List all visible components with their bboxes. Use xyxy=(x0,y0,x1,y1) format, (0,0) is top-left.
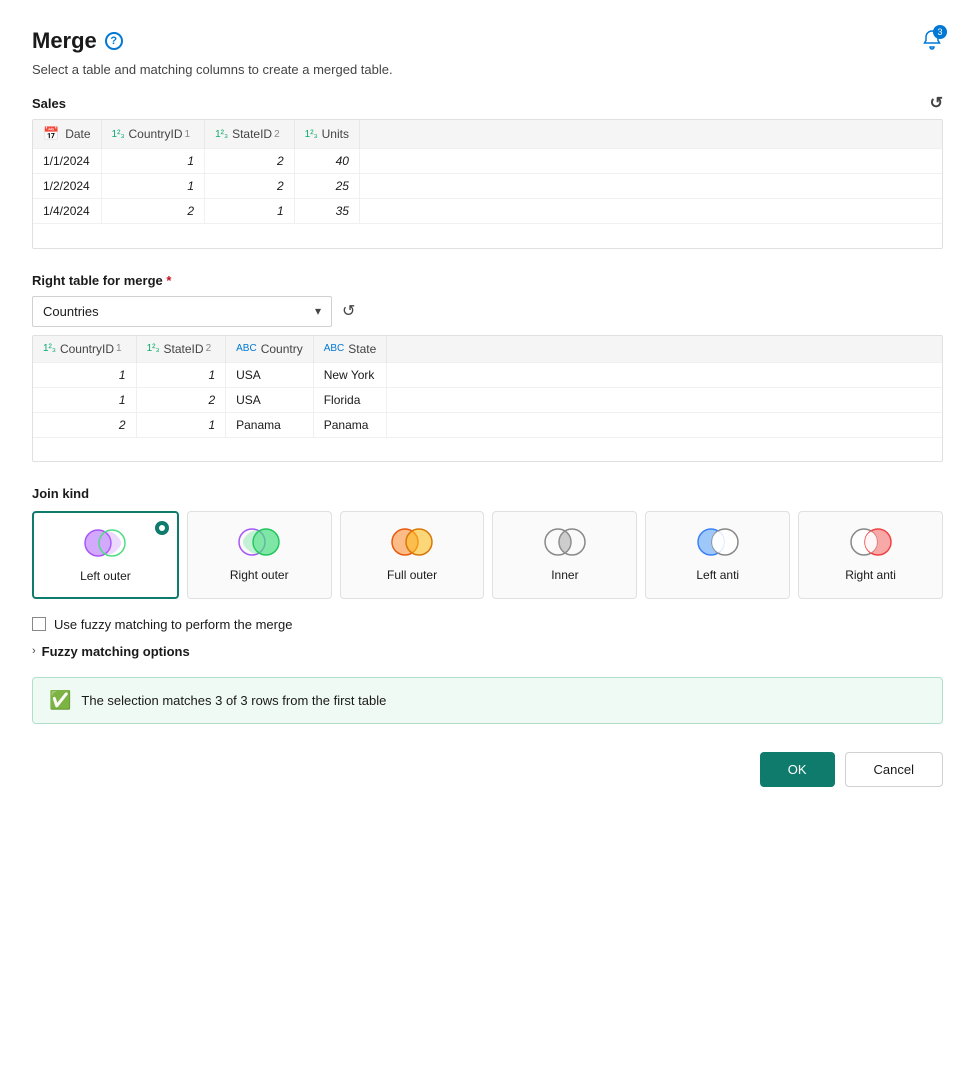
full-outer-label: Full outer xyxy=(387,568,437,584)
countries-row-3: 2 1 Panama Panama xyxy=(33,412,942,437)
left-outer-icon xyxy=(80,525,130,561)
fuzzy-matching-row: Use fuzzy matching to perform the merge xyxy=(32,617,943,632)
right-table-dropdown[interactable]: Countries ▾ xyxy=(32,296,332,327)
countries-col-countryid[interactable]: 1²₃ CountryID 1 xyxy=(33,336,136,363)
success-message: The selection matches 3 of 3 rows from t… xyxy=(81,693,386,708)
sales-col-stateid[interactable]: 1²₃ StateID 2 xyxy=(205,120,295,149)
help-icon[interactable]: ? xyxy=(105,32,123,50)
title-area: Merge ? xyxy=(32,28,123,54)
sales-table-container: 📅 Date 1²₃ CountryID 1 1²₃ StateID xyxy=(32,119,943,249)
notification-badge: 3 xyxy=(933,25,947,39)
sales-section-label: Sales ↺ xyxy=(32,93,943,113)
countries-col-stateid[interactable]: 1²₃ StateID 2 xyxy=(136,336,226,363)
sales-table: 📅 Date 1²₃ CountryID 1 1²₃ StateID xyxy=(33,120,942,248)
notification-button[interactable]: 3 xyxy=(921,29,943,54)
left-outer-label: Left outer xyxy=(80,569,131,585)
header: Merge ? 3 xyxy=(32,28,943,54)
left-anti-label: Left anti xyxy=(696,568,739,584)
footer-buttons: OK Cancel xyxy=(32,752,943,787)
sales-col-empty xyxy=(359,120,942,149)
right-outer-label: Right outer xyxy=(230,568,289,584)
left-anti-icon xyxy=(693,524,743,560)
right-outer-icon xyxy=(234,524,284,560)
fuzzy-options-row[interactable]: › Fuzzy matching options xyxy=(32,644,943,659)
countries-row-2: 1 2 USA Florida xyxy=(33,387,942,412)
success-bar: ✅ The selection matches 3 of 3 rows from… xyxy=(32,677,943,724)
countries-col-empty xyxy=(387,336,942,363)
dropdown-value: Countries xyxy=(43,304,99,319)
sales-col-units[interactable]: 1²₃ Units xyxy=(294,120,359,149)
sales-row-3: 1/4/2024 2 1 35 xyxy=(33,199,942,224)
join-card-right-anti[interactable]: Right anti xyxy=(798,511,943,599)
countries-row-1: 1 1 USA New York xyxy=(33,362,942,387)
join-cards: Left outer Right outer Full outer xyxy=(32,511,943,599)
countries-col-country[interactable]: ABC Country xyxy=(226,336,314,363)
sales-col-countryid[interactable]: 1²₃ CountryID 1 xyxy=(101,120,205,149)
selected-indicator xyxy=(155,521,169,535)
join-card-right-outer[interactable]: Right outer xyxy=(187,511,332,599)
countries-table-container: 1²₃ CountryID 1 1²₃ StateID 2 ABC Co xyxy=(32,335,943,463)
chevron-right-icon: › xyxy=(32,645,36,657)
countries-table: 1²₃ CountryID 1 1²₃ StateID 2 ABC Co xyxy=(33,336,942,462)
chevron-down-icon: ▾ xyxy=(315,304,321,318)
fuzzy-label: Use fuzzy matching to perform the merge xyxy=(54,617,292,632)
countries-empty-row xyxy=(33,437,942,461)
right-anti-icon xyxy=(846,524,896,560)
cancel-button[interactable]: Cancel xyxy=(845,752,943,787)
calendar-icon: 📅 xyxy=(43,126,59,142)
right-table-refresh-button[interactable]: ↺ xyxy=(342,301,355,321)
success-icon: ✅ xyxy=(49,690,71,711)
fuzzy-checkbox[interactable] xyxy=(32,617,46,631)
sales-row-2: 1/2/2024 1 2 25 xyxy=(33,174,942,199)
sales-col-date[interactable]: 📅 Date xyxy=(33,120,101,149)
join-card-full-outer[interactable]: Full outer xyxy=(340,511,485,599)
page-title: Merge xyxy=(32,28,97,54)
join-card-inner[interactable]: Inner xyxy=(492,511,637,599)
ok-button[interactable]: OK xyxy=(760,752,835,787)
join-card-left-outer[interactable]: Left outer xyxy=(32,511,179,599)
dropdown-row: Countries ▾ ↺ xyxy=(32,296,943,327)
right-anti-label: Right anti xyxy=(845,568,896,584)
sales-refresh-button[interactable]: ↺ xyxy=(930,93,943,113)
join-card-left-anti[interactable]: Left anti xyxy=(645,511,790,599)
sales-empty-row xyxy=(33,224,942,248)
subtitle: Select a table and matching columns to c… xyxy=(32,62,943,77)
right-table-label: Right table for merge * xyxy=(32,273,943,288)
fuzzy-options-label: Fuzzy matching options xyxy=(42,644,190,659)
countries-col-state[interactable]: ABC State xyxy=(313,336,387,363)
inner-icon xyxy=(540,524,590,560)
sales-row-1: 1/1/2024 1 2 40 xyxy=(33,149,942,174)
join-kind-label: Join kind xyxy=(32,486,943,501)
full-outer-icon xyxy=(387,524,437,560)
inner-label: Inner xyxy=(551,568,578,584)
